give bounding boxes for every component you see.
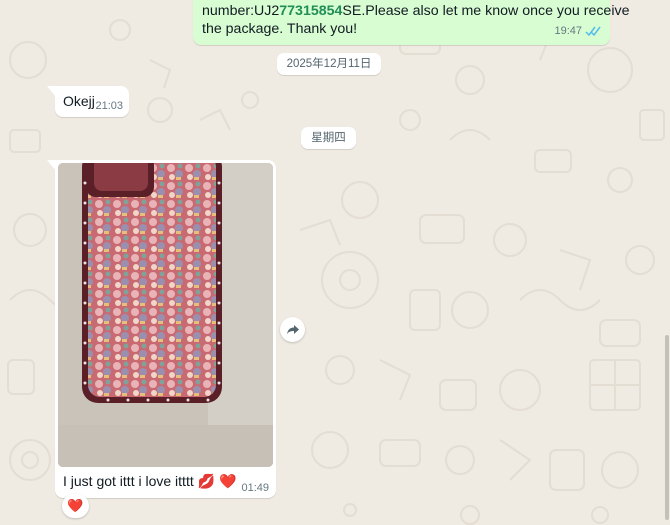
outgoing-message-line-2: the package. Thank you! [202, 21, 358, 37]
message-time: 01:49 [241, 482, 269, 494]
tracking-number[interactable]: 77315854 [279, 3, 342, 19]
kiss-emoji: 💋 [197, 473, 216, 489]
message-text: Okejj [63, 93, 95, 109]
incoming-message-bubble[interactable]: Okejj 21:03 [47, 86, 129, 117]
caption-text: I just got ittt i love itttt [63, 473, 194, 489]
message-time: 21:03 [95, 100, 123, 112]
outgoing-message-line-1: number:UJ277315854SE.Please also let me … [202, 2, 629, 21]
forward-button[interactable] [280, 317, 305, 342]
double-check-read-icon [585, 26, 601, 36]
day-separator: 星期四 [301, 127, 356, 149]
outgoing-message-bubble[interactable]: number:UJ277315854SE.Please also let me … [193, 0, 629, 45]
date-separator: 2025年12月11日 [277, 53, 381, 75]
message-text: SE.Please also let me know once you rece… [342, 3, 630, 19]
message-time: 19:47 [554, 25, 582, 37]
heart-emoji: ❤️ [218, 473, 237, 489]
bubble-tail [47, 160, 55, 170]
scrollbar-thumb[interactable] [665, 335, 669, 520]
message-text: number:UJ2 [202, 3, 280, 19]
message-reaction[interactable]: ❤️ [62, 494, 89, 518]
chat-scrollbar[interactable] [664, 0, 670, 525]
message-meta: 19:47 [554, 25, 601, 37]
forward-arrow-icon [286, 324, 299, 334]
phone-case-image [58, 163, 273, 467]
bubble-tail [47, 86, 55, 96]
phone-case-photo[interactable] [58, 163, 273, 467]
incoming-image-message[interactable]: I just got ittt i love itttt 💋 ❤️ 01:49 [47, 160, 276, 498]
image-caption: I just got ittt i love itttt 💋 ❤️ [63, 473, 236, 490]
